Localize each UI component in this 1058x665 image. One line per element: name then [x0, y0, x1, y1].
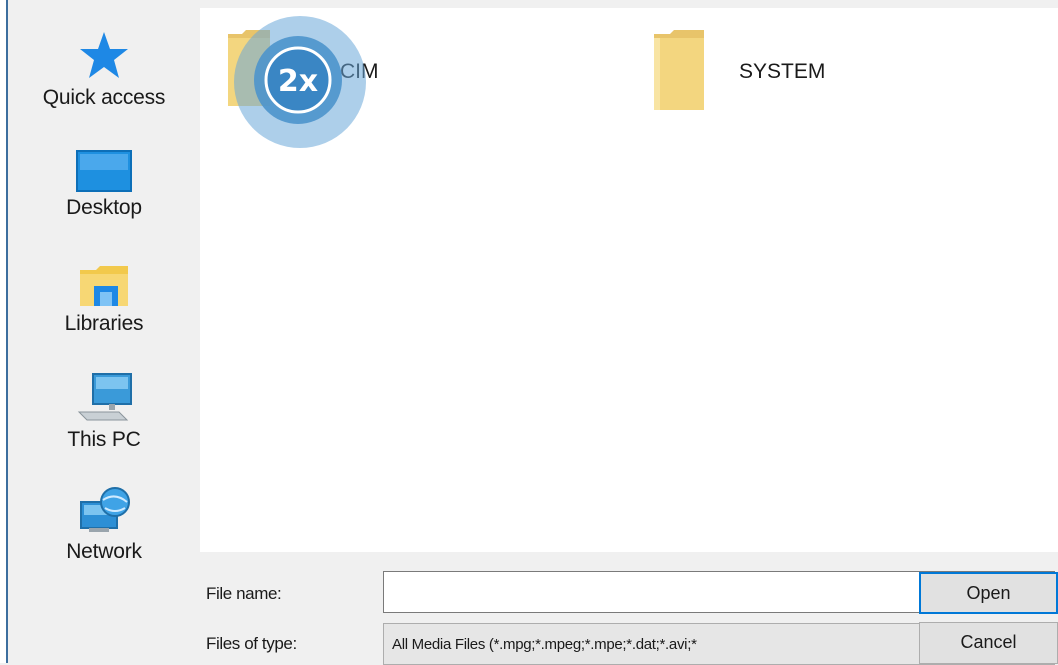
zoom-level-text: 2x: [278, 64, 318, 99]
nav-item-libraries[interactable]: Libraries: [8, 262, 200, 336]
nav-item-quick-access[interactable]: Quick access: [8, 30, 200, 110]
libraries-icon: [80, 266, 128, 306]
window-left-border: [0, 0, 8, 663]
file-item-label: SYSTEM: [739, 60, 826, 83]
files-of-type-value: All Media Files (*.mpg;*.mpeg;*.mpe;*.da…: [392, 636, 697, 653]
nav-item-label: This PC: [67, 428, 141, 451]
files-of-type-label: Files of type:: [206, 634, 297, 653]
cancel-button[interactable]: Cancel: [919, 622, 1058, 664]
dialog-bottom-bar: File name: Open Files of type: All Media…: [200, 552, 1058, 665]
network-icon: [80, 487, 130, 532]
desktop-icon: [76, 150, 132, 192]
nav-item-this-pc[interactable]: This PC: [8, 372, 200, 452]
nav-item-label: Quick access: [42, 86, 166, 109]
folder-icon: [654, 30, 704, 110]
computer-icon: [77, 373, 132, 421]
star-icon: [80, 32, 128, 78]
nav-item-label: Libraries: [64, 312, 144, 335]
nav-item-label: Desktop: [66, 196, 142, 219]
file-item-system[interactable]: SYSTEM: [652, 30, 872, 112]
file-name-label: File name:: [206, 584, 282, 603]
nav-item-label: Network: [66, 540, 142, 563]
nav-item-desktop[interactable]: Desktop: [8, 150, 200, 220]
open-button[interactable]: Open: [919, 572, 1058, 614]
navigation-pane: Quick access Desktop Libraries This PC N…: [8, 0, 200, 663]
nav-item-network[interactable]: Network: [8, 484, 200, 564]
zoom-indicator-badge: 2x: [232, 14, 368, 150]
